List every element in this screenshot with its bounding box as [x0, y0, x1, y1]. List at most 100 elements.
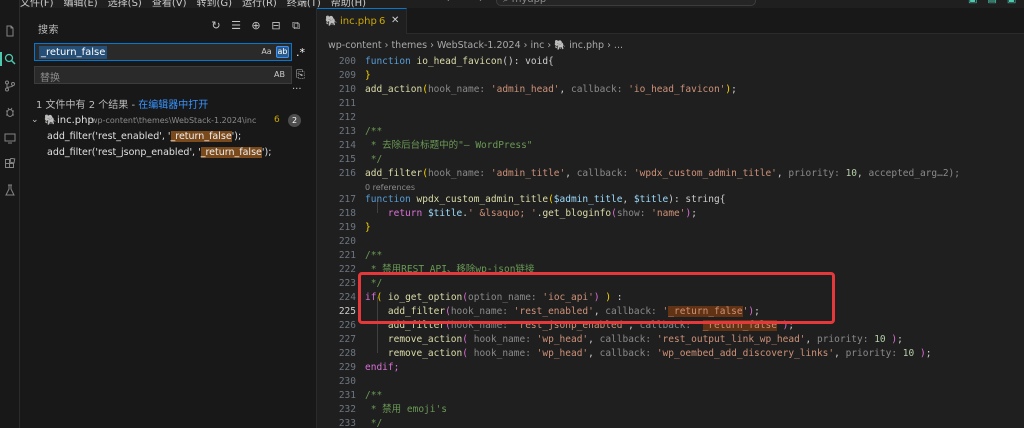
menu-items: 文件(F) 编辑(E) 选择(S) 查看(V) 转到(G) 运行(R) 终端(T…	[20, 0, 366, 8]
toggle-secondary-sidebar-icon[interactable]: ▣	[1007, 0, 1016, 5]
result-line-suffix: ');	[231, 131, 242, 142]
line-number: 215	[338, 154, 356, 165]
code-line: 217 function wpdx_custom_admin_title($adm…	[317, 193, 1024, 207]
tab-bar: 🐘 inc.php 6 ✕	[317, 8, 1024, 34]
breadcrumb-item[interactable]: ...	[614, 40, 623, 51]
menu-help[interactable]: 帮助(H)	[331, 0, 366, 8]
menu-bar: 文件(F) 编辑(E) 选择(S) 查看(V) 转到(G) 运行(R) 终端(T…	[0, 0, 1024, 8]
line-number: 209	[338, 70, 356, 81]
line-number: 229	[338, 362, 356, 373]
result-line-prefix: add_filter('rest_jsonp_enabled', '	[47, 147, 201, 158]
result-line-match: _return_false	[170, 131, 232, 142]
code-text: /**	[365, 250, 383, 261]
tab-inc-php[interactable]: 🐘 inc.php 6 ✕	[317, 8, 407, 34]
breadcrumb-item[interactable]: themes	[391, 40, 427, 51]
menu-run[interactable]: 运行(R)	[242, 0, 277, 8]
menu-go[interactable]: 转到(G)	[197, 0, 233, 8]
code-line: 229 endif;	[317, 361, 1024, 375]
view-as-tree-icon[interactable]: ⧉	[290, 19, 302, 33]
code-line: 216 add_filter(hook_name: 'admin_title', …	[317, 167, 1024, 181]
active-view-marker	[0, 52, 2, 66]
source-control-icon[interactable]	[3, 79, 17, 93]
code-line: 230	[317, 375, 1024, 389]
run-debug-icon[interactable]	[3, 105, 17, 119]
code-line: 209}	[317, 69, 1024, 83]
menu-terminal[interactable]: 终端(T)	[287, 0, 321, 8]
line-number: 217	[338, 194, 356, 205]
breadcrumb-item[interactable]: inc.php	[569, 40, 604, 51]
line-number: 232	[338, 404, 356, 415]
result-line[interactable]: add_filter('rest_enabled', '_return_fals…	[47, 131, 241, 142]
match-whole-word-toggle[interactable]: ab	[276, 46, 289, 58]
code-line: 221 /**	[317, 249, 1024, 263]
result-line[interactable]: add_filter('rest_jsonp_enabled', '_retur…	[47, 147, 271, 158]
problem-count: 6	[274, 115, 280, 125]
match-case-toggle[interactable]: Aa	[260, 46, 273, 58]
breadcrumb-item[interactable]: wp-content	[328, 40, 382, 51]
code-text: */	[365, 154, 383, 165]
code-line: 231 /**	[317, 389, 1024, 403]
new-search-editor-icon[interactable]: ⊕	[250, 19, 262, 33]
line-number: 225	[338, 306, 356, 317]
menu-edit[interactable]: 编辑(E)	[64, 0, 98, 8]
code-line: 218 return $title.' &lsaquo; '.get_blogi…	[317, 207, 1024, 221]
toggle-search-details-icon[interactable]: ···	[292, 84, 302, 95]
code-text: */	[365, 418, 383, 428]
menu-file[interactable]: 文件(F)	[20, 0, 54, 8]
line-number: 227	[338, 334, 356, 345]
testing-flask-icon[interactable]	[3, 183, 17, 197]
search-icon: ⌕	[503, 0, 512, 5]
line-number: 218	[338, 208, 356, 219]
refresh-icon[interactable]: ↻	[210, 19, 222, 33]
line-number: 231	[338, 390, 356, 401]
tab-problem-count: 6	[379, 16, 386, 27]
chevron-down-icon[interactable]: ⌄	[31, 115, 39, 125]
result-file-name: inc.php	[57, 115, 94, 126]
code-line: 214 * 去除后台标题中的"— WordPress"	[317, 139, 1024, 153]
code-text: add_action(hook_name: 'admin_head', call…	[365, 84, 737, 95]
result-file-row[interactable]: ⌄ 🐘 inc.php wp-content\themes\WebStack-1…	[20, 114, 316, 130]
code-editor[interactable]: 200 function io_head_favicon(): void{ 209…	[317, 55, 1024, 428]
menu-view[interactable]: 查看(V)	[152, 0, 187, 8]
remote-explorer-icon[interactable]	[3, 131, 17, 145]
forward-arrow-icon[interactable]: →	[474, 0, 482, 5]
close-icon[interactable]: ✕	[391, 15, 399, 26]
line-number: 224	[338, 292, 356, 303]
toggle-sidebar-icon[interactable]: ▣	[968, 0, 977, 5]
breadcrumb-item[interactable]: WebStack-1.2024	[437, 40, 521, 51]
code-text: add_filter(hook_name: 'admin_title', cal…	[365, 168, 960, 179]
search-input[interactable]: _return_false Aa ab	[34, 43, 292, 61]
activity-bar	[0, 0, 20, 428]
replace-input[interactable]: 替换 AB	[34, 66, 292, 84]
match-count-badge: 2	[288, 114, 301, 127]
extensions-icon[interactable]	[3, 157, 17, 171]
layout-controls: ▣ ▤ ▣	[968, 0, 1016, 5]
breadcrumb: wp-content › themes › WebStack-1.2024 › …	[328, 40, 623, 51]
code-text: endif;	[365, 362, 400, 373]
preserve-case-toggle[interactable]: AB	[274, 70, 285, 79]
menu-selection[interactable]: 选择(S)	[108, 0, 142, 8]
code-line: 200 function io_head_favicon(): void{	[317, 55, 1024, 69]
command-center[interactable]: ⌕ myapp	[496, 0, 756, 6]
line-number: 210	[338, 84, 356, 95]
breadcrumb-item[interactable]: inc	[530, 40, 544, 51]
code-line: 232 * 禁用 emoji's	[317, 403, 1024, 417]
code-text: /**	[365, 126, 383, 137]
code-text: return $title.' &lsaquo; '.get_bloginfo(…	[387, 208, 697, 219]
replace-all-icon[interactable]: ⎘	[296, 68, 305, 82]
use-regex-toggle[interactable]: .*	[296, 46, 305, 59]
back-arrow-icon[interactable]: ←	[446, 0, 454, 5]
code-line: 215 */	[317, 153, 1024, 167]
search-input-value: _return_false	[39, 46, 108, 59]
sidebar-title: 搜索	[38, 25, 59, 36]
clear-results-icon[interactable]: ☰	[230, 19, 242, 33]
results-summary-text: 1 文件中有 2 个结果 -	[36, 100, 139, 111]
explorer-icon[interactable]	[3, 24, 17, 38]
line-number: 221	[338, 250, 356, 261]
open-in-editor-link[interactable]: 在编辑器中打开	[138, 100, 208, 111]
code-line: 219}	[317, 221, 1024, 235]
collapse-all-icon[interactable]: ⊟	[270, 19, 282, 33]
toggle-panel-icon[interactable]: ▤	[987, 0, 996, 5]
code-line: 213 /**	[317, 125, 1024, 139]
search-icon[interactable]	[3, 52, 17, 66]
